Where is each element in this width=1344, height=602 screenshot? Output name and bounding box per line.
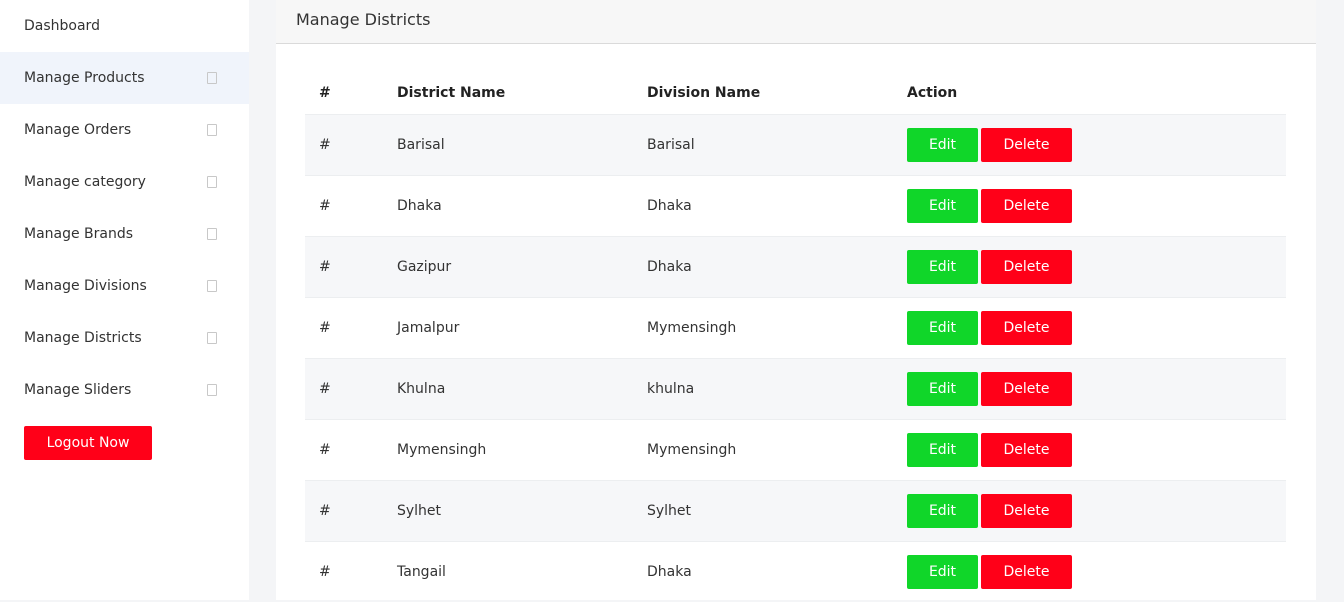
row-actions: Edit Delete [907,372,1072,406]
district-name: Gazipur [397,259,452,275]
sidebar-item-manage-orders[interactable]: Manage Orders [0,104,249,156]
division-name: Dhaka [647,564,692,580]
district-name: Khulna [397,381,446,397]
row-actions: Edit Delete [907,555,1072,589]
header-district-name: District Name [397,85,506,101]
sidebar-item-label: Manage category [24,174,146,190]
logout-button[interactable]: Logout Now [24,426,152,460]
main-card: Manage Districts # District Name Divisio… [276,0,1316,600]
sidebar-item-manage-products[interactable]: Manage Products [0,52,249,104]
delete-button[interactable]: Delete [981,250,1072,284]
edit-button[interactable]: Edit [907,555,978,589]
header-division-name: Division Name [647,85,761,101]
dropdown-icon [207,228,217,240]
dropdown-icon [207,332,217,344]
edit-button[interactable]: Edit [907,372,978,406]
district-name: Jamalpur [397,320,460,336]
table-row: # Barisal Barisal Edit Delete [305,114,1286,175]
row-index: # [319,564,331,580]
table-row: # Dhaka Dhaka Edit Delete [305,175,1286,236]
sidebar-item-manage-brands[interactable]: Manage Brands [0,208,249,260]
districts-table: # District Name Division Name Action # B… [305,72,1286,602]
division-name: Mymensingh [647,320,737,336]
table-row: # Mymensingh Mymensingh Edit Delete [305,419,1286,480]
division-name: Sylhet [647,503,692,519]
delete-button[interactable]: Delete [981,433,1072,467]
sidebar-item-label: Manage Districts [24,330,142,346]
district-name: Dhaka [397,198,442,214]
division-name: Barisal [647,137,695,153]
sidebar-item-label: Manage Brands [24,226,134,242]
header-index: # [319,85,331,101]
header-action: Action [907,85,958,101]
table-row: # Gazipur Dhaka Edit Delete [305,236,1286,297]
division-name: Dhaka [647,198,692,214]
edit-button[interactable]: Edit [907,250,978,284]
table-row: # Sylhet Sylhet Edit Delete [305,480,1286,541]
sidebar-item-label: Manage Orders [24,122,132,138]
dropdown-icon [207,280,217,292]
dropdown-icon [207,176,217,188]
table-row: # Tangail Dhaka Edit Delete [305,541,1286,602]
edit-button[interactable]: Edit [907,128,978,162]
delete-button[interactable]: Delete [981,128,1072,162]
division-name: khulna [647,381,695,397]
row-index: # [319,198,331,214]
district-name: Mymensingh [397,442,487,458]
sidebar-item-manage-category[interactable]: Manage category [0,156,249,208]
row-actions: Edit Delete [907,433,1072,467]
sidebar-item-label: Manage Sliders [24,382,132,398]
edit-button[interactable]: Edit [907,189,978,223]
edit-button[interactable]: Edit [907,494,978,528]
sidebar-item-manage-sliders[interactable]: Manage Sliders [0,364,249,416]
division-name: Dhaka [647,259,692,275]
table-row: # Jamalpur Mymensingh Edit Delete [305,297,1286,358]
delete-button[interactable]: Delete [981,311,1072,345]
sidebar-item-label: Manage Products [24,70,145,86]
edit-button[interactable]: Edit [907,311,978,345]
sidebar-item-dashboard[interactable]: Dashboard [0,0,249,52]
sidebar-item-manage-districts[interactable]: Manage Districts [0,312,249,364]
row-actions: Edit Delete [907,250,1072,284]
row-actions: Edit Delete [907,311,1072,345]
row-actions: Edit Delete [907,189,1072,223]
row-index: # [319,320,331,336]
edit-button[interactable]: Edit [907,433,978,467]
delete-button[interactable]: Delete [981,189,1072,223]
delete-button[interactable]: Delete [981,372,1072,406]
row-index: # [319,503,331,519]
delete-button[interactable]: Delete [981,494,1072,528]
delete-button[interactable]: Delete [981,555,1072,589]
dropdown-icon [207,72,217,84]
row-actions: Edit Delete [907,128,1072,162]
sidebar-item-manage-divisions[interactable]: Manage Divisions [0,260,249,312]
sidebar-item-label: Dashboard [24,18,100,34]
division-name: Mymensingh [647,442,737,458]
district-name: Tangail [397,564,446,580]
table-header: # District Name Division Name Action [305,72,1286,114]
dropdown-icon [207,384,217,396]
table-row: # Khulna khulna Edit Delete [305,358,1286,419]
row-index: # [319,137,331,153]
sidebar-item-label: Manage Divisions [24,278,147,294]
district-name: Barisal [397,137,445,153]
row-index: # [319,442,331,458]
district-name: Sylhet [397,503,442,519]
row-actions: Edit Delete [907,494,1072,528]
row-index: # [319,381,331,397]
row-index: # [319,259,331,275]
page-title: Manage Districts [276,0,1316,44]
sidebar: Dashboard Manage Products Manage Orders … [0,0,249,600]
dropdown-icon [207,124,217,136]
